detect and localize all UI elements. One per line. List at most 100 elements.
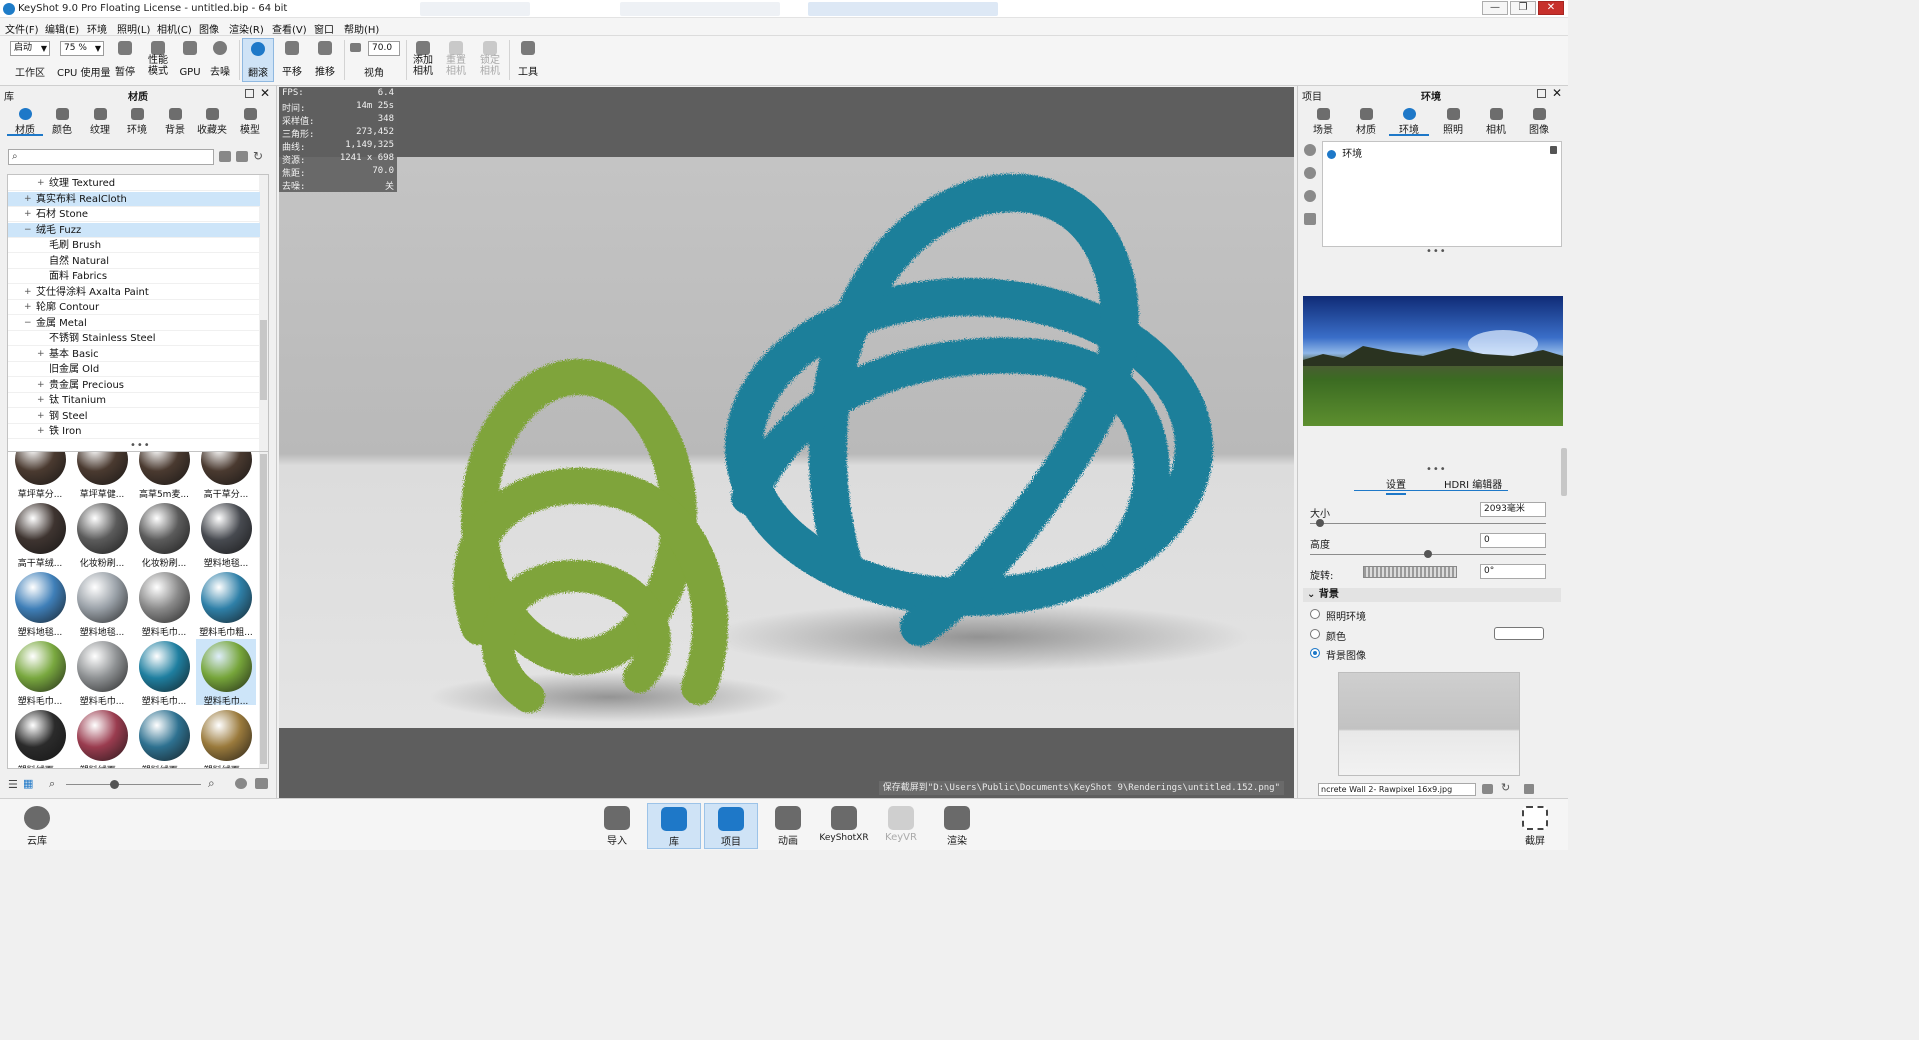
material-thumbnail[interactable]: 塑料地毯...	[196, 501, 256, 569]
performance-mode-button[interactable]: 性能 模式	[144, 38, 172, 77]
render-button[interactable]: 渲染	[930, 803, 984, 849]
tab-textures[interactable]: 纹理	[82, 106, 118, 136]
material-thumbnail[interactable]: 草坪草分...	[10, 452, 70, 500]
expander-icon[interactable]: +	[37, 378, 45, 393]
material-thumbnail[interactable]: 高干草分...	[196, 452, 256, 500]
menu-window[interactable]: 窗口	[314, 21, 334, 36]
expander-icon[interactable]: −	[24, 223, 32, 238]
folder-icon[interactable]	[255, 778, 268, 789]
menu-help[interactable]: 帮助(H)	[344, 21, 379, 36]
menu-camera[interactable]: 相机(C)	[157, 21, 192, 36]
tree-item[interactable]: + 轮廓 Contour	[8, 300, 260, 315]
pin-icon[interactable]	[1537, 89, 1546, 98]
workspace-select[interactable]: 启动 ▼	[10, 41, 50, 56]
material-thumbnail[interactable]: 塑料绒面...	[72, 708, 132, 768]
thumb-scroll-thumb[interactable]	[260, 454, 267, 764]
folder-icon[interactable]	[1482, 784, 1493, 794]
splitter-handle[interactable]: •••	[130, 440, 151, 451]
menu-file[interactable]: 文件(F)	[5, 21, 39, 36]
material-thumbnail[interactable]: 高干草绒...	[10, 501, 70, 569]
size-input[interactable]: 2093毫米	[1480, 502, 1546, 517]
tree-item[interactable]: 旧金属 Old	[8, 362, 260, 377]
dolly-button[interactable]: 推移	[311, 38, 339, 78]
expander-icon[interactable]: +	[24, 285, 32, 300]
hdri-preview[interactable]	[1303, 296, 1563, 426]
expander-icon[interactable]: +	[37, 176, 45, 191]
animation-button[interactable]: 动画	[761, 803, 815, 849]
material-thumbnail[interactable]: 塑料毛巾...	[72, 639, 132, 707]
tree-item[interactable]: 自然 Natural	[8, 254, 260, 269]
menu-view[interactable]: 查看(V)	[272, 21, 307, 36]
tree-item[interactable]: + 铁 Iron	[8, 424, 260, 439]
material-thumbnail[interactable]: 化妆粉刷...	[72, 501, 132, 569]
material-thumbnail[interactable]: 塑料绒面...	[10, 708, 70, 768]
library-search-input[interactable]: ⌕	[8, 149, 214, 165]
tree-item[interactable]: 不锈钢 Stainless Steel	[8, 331, 260, 346]
tree-item[interactable]: + 真实布料 RealCloth	[8, 191, 260, 207]
cpu-usage-select[interactable]: 75 % ▼	[60, 41, 104, 56]
tumble-button[interactable]: 翻滚	[242, 38, 274, 82]
material-thumbnail[interactable]: 塑料毛巾...	[134, 639, 194, 707]
tab-environments[interactable]: 环境	[119, 106, 155, 136]
radio-background-image[interactable]	[1310, 648, 1320, 658]
cloud-upload-icon[interactable]	[235, 778, 247, 789]
tree-item[interactable]: + 石材 Stone	[8, 207, 260, 222]
tree-item[interactable]: 面料 Fabrics	[8, 269, 260, 284]
pause-button[interactable]: 暂停	[112, 38, 138, 78]
keyshotxr-button[interactable]: KeyShotXR	[817, 803, 871, 849]
restore-button[interactable]: ❐	[1510, 1, 1536, 15]
reset-camera-button[interactable]: 重置 相机	[442, 38, 470, 77]
pin-icon[interactable]	[245, 89, 254, 98]
rotation-dial[interactable]	[1363, 566, 1457, 578]
close-icon[interactable]: ✕	[1552, 86, 1562, 100]
tree-item[interactable]: + 基本 Basic	[8, 347, 260, 362]
menu-environment[interactable]: 环境	[87, 21, 107, 36]
tree-item[interactable]: − 绒毛 Fuzz	[8, 222, 260, 238]
tree-item[interactable]: + 贵金属 Precious	[8, 378, 260, 393]
denoise-button[interactable]: 去噪	[207, 38, 233, 78]
tab-colors[interactable]: 颜色	[44, 106, 80, 136]
tab-materials[interactable]: 材质	[7, 106, 43, 136]
background-image-preview[interactable]	[1338, 672, 1520, 776]
expander-icon[interactable]: +	[37, 347, 45, 362]
height-input[interactable]: 0	[1480, 533, 1546, 548]
material-thumbnail[interactable]: 化妆粉刷...	[134, 501, 194, 569]
gpu-button[interactable]: GPU	[178, 38, 202, 78]
minimize-button[interactable]: —	[1482, 1, 1508, 15]
duplicate-environment-icon[interactable]	[1304, 167, 1316, 179]
size-slider-knob[interactable]	[1316, 519, 1324, 527]
library-button[interactable]: 库	[647, 803, 701, 849]
close-button[interactable]: ✕	[1538, 1, 1564, 15]
tab-backplates[interactable]: 背景	[157, 106, 193, 136]
list-view-icon[interactable]: ☰	[8, 778, 18, 791]
tab-models[interactable]: 模型	[232, 106, 268, 136]
height-slider-knob[interactable]	[1424, 550, 1432, 558]
project-panel-scroll-thumb[interactable]	[1561, 448, 1567, 496]
material-thumbnail[interactable]: 塑料毛巾...	[196, 639, 256, 707]
expander-icon[interactable]: +	[24, 300, 32, 315]
expander-icon[interactable]: +	[37, 409, 45, 424]
tab-image[interactable]: 图像	[1519, 106, 1559, 136]
fov-input[interactable]: 70.0	[368, 41, 400, 56]
tab-scene[interactable]: 场景	[1303, 106, 1343, 136]
project-button[interactable]: 项目	[704, 803, 758, 849]
tab-favorites[interactable]: 收藏夹	[194, 106, 230, 136]
material-thumbnail[interactable]: 草坪草健...	[72, 452, 132, 500]
tree-item[interactable]: 毛刷 Brush	[8, 238, 260, 253]
menu-render[interactable]: 渲染(R)	[229, 21, 264, 36]
environment-settings-icon[interactable]	[1304, 190, 1316, 202]
tab-settings[interactable]: 设置	[1386, 476, 1406, 495]
close-icon[interactable]: ✕	[260, 86, 270, 100]
folder-add-icon[interactable]	[219, 151, 231, 162]
radio-color[interactable]	[1310, 629, 1320, 639]
expander-icon[interactable]: +	[24, 192, 32, 207]
expander-icon[interactable]: +	[37, 424, 45, 439]
tree-item[interactable]: − 金属 Metal	[8, 316, 260, 331]
tree-item[interactable]: + 钢 Steel	[8, 409, 260, 424]
thumbnail-size-slider-knob[interactable]	[110, 780, 119, 789]
tree-item[interactable]: + 纹理 Textured	[8, 176, 260, 191]
render-viewport[interactable]: FPS: 6.4 时间: 14m 25s 采样值: 348 三角形: 273,452 曲线: 1,…	[279, 87, 1294, 798]
background-section-header[interactable]: ⌄ 背景	[1303, 588, 1561, 602]
folder-remove-icon[interactable]	[236, 151, 248, 162]
add-camera-button[interactable]: 添加 相机	[409, 38, 437, 77]
